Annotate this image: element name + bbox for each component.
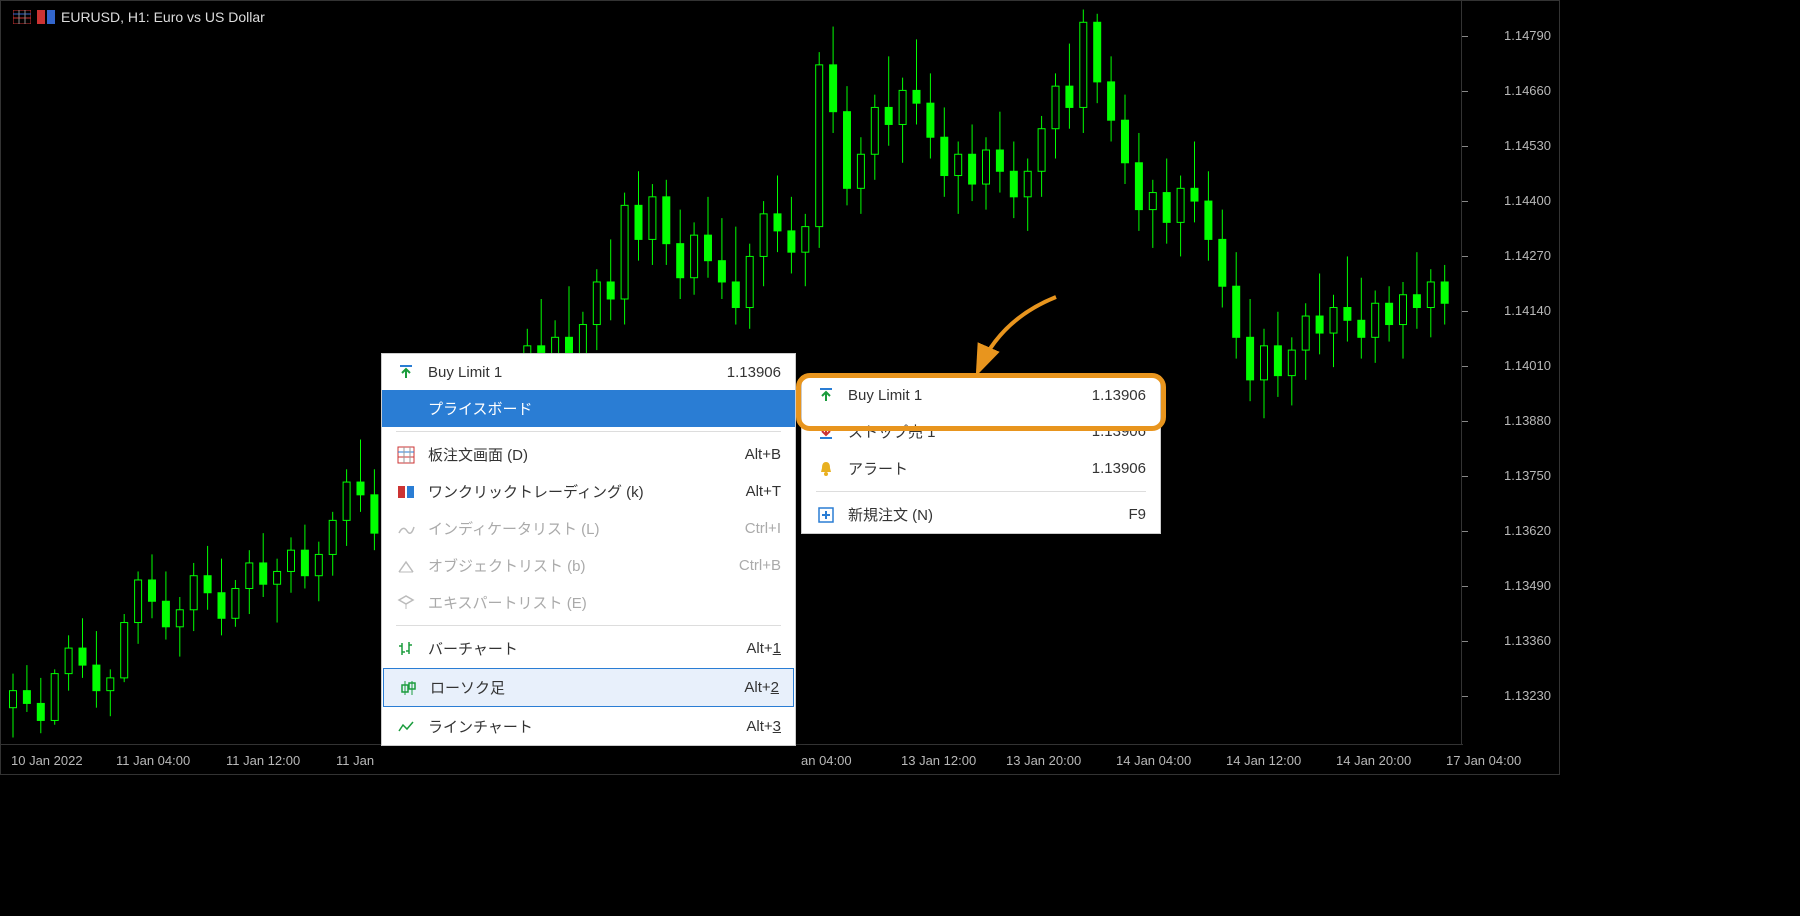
context-menu-item-10[interactable]: ローソク足 Alt+2 bbox=[383, 668, 794, 707]
price-tick: 1.13360 bbox=[1504, 633, 1551, 648]
menu-item-shortcut: 1.13906 bbox=[1092, 423, 1146, 440]
context-menu-item-9[interactable]: バーチャート Alt+1 bbox=[382, 630, 795, 667]
time-tick: 17 Jan 04:00 bbox=[1446, 753, 1521, 768]
time-tick: 14 Jan 04:00 bbox=[1116, 753, 1191, 768]
expert-icon bbox=[396, 593, 416, 613]
menu-item-shortcut: Alt+B bbox=[745, 446, 781, 463]
oneclick-trading-icon bbox=[37, 10, 55, 24]
time-axis: 10 Jan 2022 11 Jan 04:00 11 Jan 12:00 11 Ja… bbox=[1, 744, 1463, 774]
menu-item-label: ワンクリックトレーディング (k) bbox=[428, 481, 734, 502]
menu-item-label: オブジェクトリスト (b) bbox=[428, 555, 727, 576]
menu-item-label: ラインチャート bbox=[428, 716, 734, 737]
line-icon bbox=[396, 717, 416, 737]
price-tick: 1.14140 bbox=[1504, 303, 1551, 318]
context-menu-item-4[interactable]: ワンクリックトレーディング (k) Alt+T bbox=[382, 473, 795, 510]
menu-item-label: ローソク足 bbox=[430, 677, 732, 698]
menu-item-shortcut: Alt+3 bbox=[746, 718, 781, 735]
submenu-item-0[interactable]: Buy Limit 1 1.13906 bbox=[802, 377, 1160, 413]
blank-icon bbox=[396, 399, 416, 419]
submenu[interactable]: Buy Limit 1 1.13906 ストップ売 1 1.13906 アラート 1.13… bbox=[801, 376, 1161, 534]
submenu-item-2[interactable]: アラート 1.13906 bbox=[802, 450, 1160, 487]
menu-separator bbox=[396, 431, 781, 432]
menu-item-label: バーチャート bbox=[428, 638, 734, 659]
time-tick: 11 Jan 04:00 bbox=[116, 753, 190, 768]
menu-item-shortcut: Ctrl+B bbox=[739, 557, 781, 574]
menu-item-shortcut: 1.13906 bbox=[727, 364, 781, 381]
bar-icon bbox=[396, 639, 416, 659]
depth-of-market-icon bbox=[13, 10, 31, 24]
menu-item-label: 板注文画面 (D) bbox=[428, 444, 733, 465]
price-tick: 1.14010 bbox=[1504, 358, 1551, 373]
time-tick: 13 Jan 12:00 bbox=[901, 753, 976, 768]
menu-item-label: ストップ売 1 bbox=[848, 421, 1080, 442]
time-tick: 10 Jan 2022 bbox=[11, 753, 83, 768]
submenu-item-1[interactable]: ストップ売 1 1.13906 bbox=[802, 413, 1160, 450]
up-arrow-icon bbox=[816, 385, 836, 405]
menu-item-shortcut: Ctrl+I bbox=[745, 520, 781, 537]
menu-item-label: 新規注文 (N) bbox=[848, 504, 1116, 525]
price-tick: 1.13490 bbox=[1504, 578, 1551, 593]
price-tick: 1.13880 bbox=[1504, 413, 1551, 428]
context-menu[interactable]: Buy Limit 1 1.13906 プライスボード板注文画面 (D) Alt+B ワ… bbox=[381, 353, 796, 746]
price-tick: 1.13230 bbox=[1504, 688, 1551, 703]
depth-icon bbox=[396, 445, 416, 465]
price-tick: 1.14270 bbox=[1504, 248, 1551, 263]
up-arrow-icon bbox=[396, 362, 416, 382]
menu-item-label: アラート bbox=[848, 458, 1080, 479]
time-tick: 14 Jan 12:00 bbox=[1226, 753, 1301, 768]
context-menu-item-3[interactable]: 板注文画面 (D) Alt+B bbox=[382, 436, 795, 473]
object-icon bbox=[396, 556, 416, 576]
menu-item-label: エキスパートリスト (E) bbox=[428, 592, 781, 613]
context-menu-item-11[interactable]: ラインチャート Alt+3 bbox=[382, 708, 795, 745]
menu-separator bbox=[816, 491, 1146, 492]
price-tick: 1.14400 bbox=[1504, 193, 1551, 208]
price-tick: 1.14790 bbox=[1504, 28, 1551, 43]
price-tick: 1.13750 bbox=[1504, 468, 1551, 483]
time-tick: 11 Jan bbox=[336, 753, 374, 768]
context-menu-item-5: インディケータリスト (L) Ctrl+I bbox=[382, 510, 795, 547]
menu-item-shortcut: F9 bbox=[1128, 506, 1146, 523]
indicator-icon bbox=[396, 519, 416, 539]
price-axis: 1.14790 1.14660 1.14530 1.14400 1.14270 1.141… bbox=[1461, 1, 1559, 746]
price-tick: 1.13620 bbox=[1504, 523, 1551, 538]
submenu-item-4[interactable]: 新規注文 (N) F9 bbox=[802, 496, 1160, 533]
candle-icon bbox=[398, 678, 418, 698]
time-tick: 14 Jan 20:00 bbox=[1336, 753, 1411, 768]
time-tick: 13 Jan 20:00 bbox=[1006, 753, 1081, 768]
price-tick: 1.14660 bbox=[1504, 83, 1551, 98]
menu-item-label: インディケータリスト (L) bbox=[428, 518, 733, 539]
menu-item-shortcut: Alt+1 bbox=[746, 640, 781, 657]
menu-item-label: Buy Limit 1 bbox=[428, 364, 715, 381]
time-tick: an 04:00 bbox=[801, 753, 852, 768]
menu-item-shortcut: 1.13906 bbox=[1092, 387, 1146, 404]
down-arrow-icon bbox=[816, 422, 836, 442]
chart-title: EURUSD, H1: Euro vs US Dollar bbox=[61, 9, 265, 25]
context-menu-item-7: エキスパートリスト (E) bbox=[382, 584, 795, 621]
context-menu-item-1[interactable]: プライスボード bbox=[382, 390, 795, 427]
time-tick: 11 Jan 12:00 bbox=[226, 753, 300, 768]
plus-icon bbox=[816, 505, 836, 525]
context-menu-item-6: オブジェクトリスト (b) Ctrl+B bbox=[382, 547, 795, 584]
menu-item-label: プライスボード bbox=[428, 398, 781, 419]
oneclick-icon bbox=[396, 482, 416, 502]
context-menu-item-0[interactable]: Buy Limit 1 1.13906 bbox=[382, 354, 795, 390]
menu-separator bbox=[396, 625, 781, 626]
menu-item-shortcut: 1.13906 bbox=[1092, 460, 1146, 477]
bell-icon bbox=[816, 459, 836, 479]
menu-item-shortcut: Alt+2 bbox=[744, 679, 779, 696]
price-tick: 1.14530 bbox=[1504, 138, 1551, 153]
menu-item-label: Buy Limit 1 bbox=[848, 387, 1080, 404]
chart-header: EURUSD, H1: Euro vs US Dollar bbox=[13, 9, 265, 25]
menu-item-shortcut: Alt+T bbox=[746, 483, 781, 500]
